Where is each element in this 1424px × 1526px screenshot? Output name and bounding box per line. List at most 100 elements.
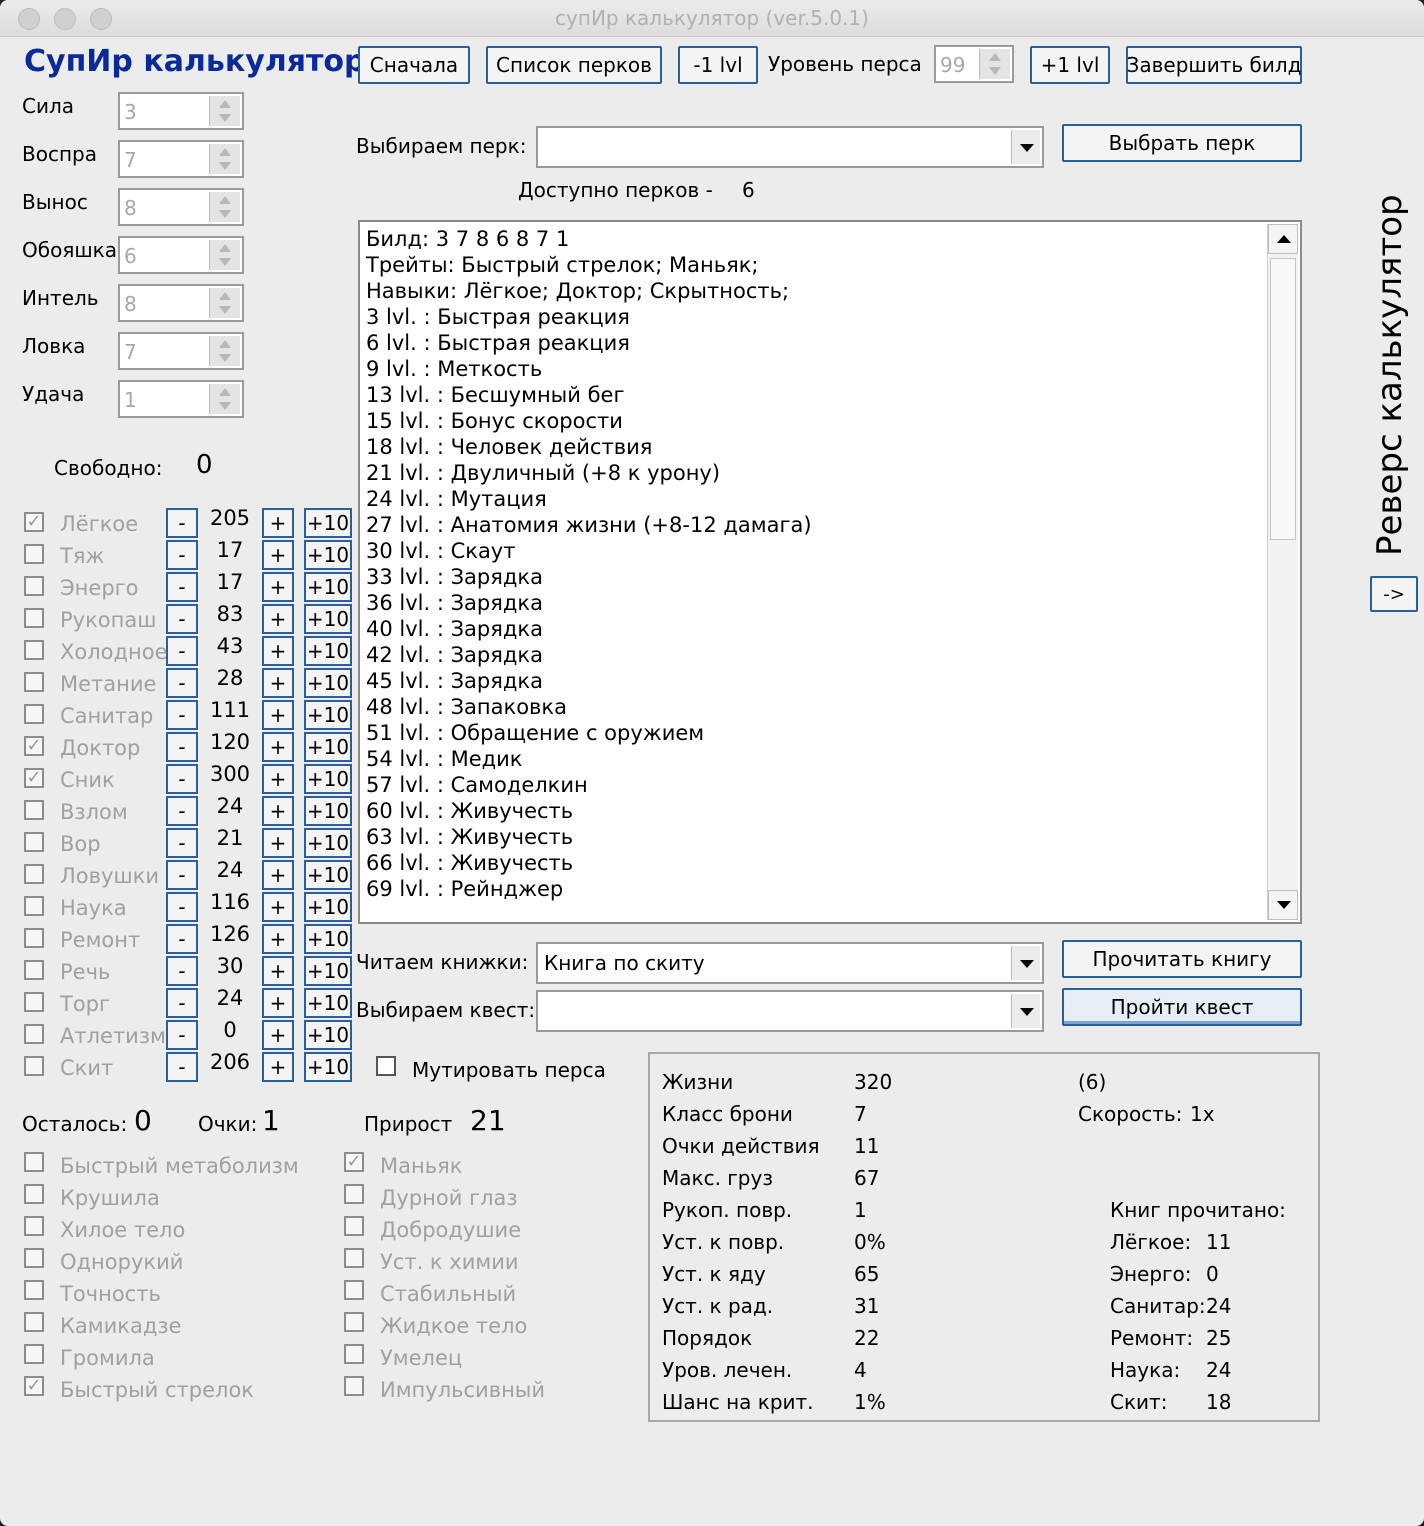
- trait-checkbox[interactable]: [24, 1184, 44, 1204]
- reverse-calc-button[interactable]: ->: [1370, 576, 1418, 612]
- skill-plus10-button[interactable]: +10: [304, 924, 352, 954]
- spinner-arrows-icon[interactable]: [209, 144, 240, 174]
- trait-checkbox[interactable]: ✓: [344, 1152, 364, 1172]
- stat-spinner[interactable]: 7: [118, 332, 244, 370]
- skill-plus-button[interactable]: +: [262, 796, 294, 826]
- stat-spinner[interactable]: 1: [118, 380, 244, 418]
- skill-plus-button[interactable]: +: [262, 860, 294, 890]
- skill-plus10-button[interactable]: +10: [304, 508, 352, 538]
- skill-plus10-button[interactable]: +10: [304, 1020, 352, 1050]
- perk-select[interactable]: [536, 126, 1044, 168]
- skill-plus10-button[interactable]: +10: [304, 796, 352, 826]
- build-log-scrollbar[interactable]: [1267, 224, 1298, 920]
- skill-checkbox[interactable]: [24, 672, 44, 692]
- spinner-arrows-icon[interactable]: [209, 96, 240, 126]
- skill-plus10-button[interactable]: +10: [304, 892, 352, 922]
- trait-checkbox[interactable]: [344, 1376, 364, 1396]
- stat-spinner[interactable]: 8: [118, 284, 244, 322]
- trait-checkbox[interactable]: [24, 1152, 44, 1172]
- stat-spinner[interactable]: 6: [118, 236, 244, 274]
- skill-plus-button[interactable]: +: [262, 636, 294, 666]
- plus-level-button[interactable]: +1 lvl: [1030, 46, 1110, 84]
- skill-minus-button[interactable]: -: [166, 764, 198, 794]
- minus-level-button[interactable]: -1 lvl: [678, 46, 758, 84]
- skill-plus10-button[interactable]: +10: [304, 764, 352, 794]
- skill-plus-button[interactable]: +: [262, 1052, 294, 1082]
- skill-plus-button[interactable]: +: [262, 764, 294, 794]
- trait-checkbox[interactable]: [344, 1312, 364, 1332]
- skill-checkbox[interactable]: [24, 800, 44, 820]
- skill-checkbox[interactable]: [24, 608, 44, 628]
- skill-plus10-button[interactable]: +10: [304, 988, 352, 1018]
- skill-plus10-button[interactable]: +10: [304, 668, 352, 698]
- complete-quest-button[interactable]: Пройти квест: [1062, 988, 1302, 1026]
- skill-plus-button[interactable]: +: [262, 668, 294, 698]
- skill-plus-button[interactable]: +: [262, 732, 294, 762]
- chevron-down-icon[interactable]: [1011, 994, 1040, 1028]
- choose-perk-button[interactable]: Выбрать перк: [1062, 124, 1302, 162]
- quest-select[interactable]: [536, 990, 1044, 1032]
- scroll-thumb[interactable]: [1270, 258, 1296, 540]
- finish-build-button[interactable]: Завершить билд: [1126, 46, 1302, 84]
- skill-checkbox[interactable]: [24, 896, 44, 916]
- trait-checkbox[interactable]: [24, 1312, 44, 1332]
- trait-checkbox[interactable]: [344, 1216, 364, 1236]
- skill-checkbox[interactable]: [24, 992, 44, 1012]
- skill-plus10-button[interactable]: +10: [304, 860, 352, 890]
- scroll-up-icon[interactable]: [1268, 224, 1298, 254]
- spinner-arrows-icon[interactable]: [209, 384, 240, 414]
- skill-minus-button[interactable]: -: [166, 668, 198, 698]
- skill-minus-button[interactable]: -: [166, 892, 198, 922]
- skill-plus-button[interactable]: +: [262, 572, 294, 602]
- skill-minus-button[interactable]: -: [166, 988, 198, 1018]
- skill-plus10-button[interactable]: +10: [304, 700, 352, 730]
- skill-minus-button[interactable]: -: [166, 540, 198, 570]
- chevron-down-icon[interactable]: [1011, 130, 1040, 164]
- trait-checkbox[interactable]: [24, 1280, 44, 1300]
- trait-checkbox[interactable]: [344, 1184, 364, 1204]
- skill-checkbox[interactable]: [24, 544, 44, 564]
- spinner-arrows-icon[interactable]: [209, 240, 240, 270]
- skill-plus10-button[interactable]: +10: [304, 732, 352, 762]
- stat-spinner[interactable]: 7: [118, 140, 244, 178]
- stat-spinner[interactable]: 3: [118, 92, 244, 130]
- trait-checkbox[interactable]: [24, 1216, 44, 1236]
- skill-minus-button[interactable]: -: [166, 924, 198, 954]
- skill-checkbox[interactable]: ✓: [24, 736, 44, 756]
- skill-minus-button[interactable]: -: [166, 732, 198, 762]
- skill-minus-button[interactable]: -: [166, 1020, 198, 1050]
- skill-checkbox[interactable]: [24, 704, 44, 724]
- trait-checkbox[interactable]: [24, 1344, 44, 1364]
- skill-checkbox[interactable]: [24, 1024, 44, 1044]
- read-book-button[interactable]: Прочитать книгу: [1062, 940, 1302, 978]
- reset-button[interactable]: Сначала: [358, 46, 470, 84]
- skill-plus-button[interactable]: +: [262, 924, 294, 954]
- scroll-down-icon[interactable]: [1268, 890, 1298, 920]
- skill-plus10-button[interactable]: +10: [304, 540, 352, 570]
- skill-plus-button[interactable]: +: [262, 700, 294, 730]
- skill-minus-button[interactable]: -: [166, 796, 198, 826]
- skill-checkbox[interactable]: [24, 960, 44, 980]
- skill-checkbox[interactable]: [24, 864, 44, 884]
- skill-checkbox[interactable]: ✓: [24, 768, 44, 788]
- skill-minus-button[interactable]: -: [166, 508, 198, 538]
- skill-plus10-button[interactable]: +10: [304, 828, 352, 858]
- skill-minus-button[interactable]: -: [166, 860, 198, 890]
- trait-checkbox[interactable]: [344, 1344, 364, 1364]
- skill-plus-button[interactable]: +: [262, 956, 294, 986]
- spinner-arrows-icon[interactable]: [209, 192, 240, 222]
- skill-plus-button[interactable]: +: [262, 828, 294, 858]
- spinner-arrows-icon[interactable]: [209, 336, 240, 366]
- stat-spinner[interactable]: 8: [118, 188, 244, 226]
- skill-plus10-button[interactable]: +10: [304, 1052, 352, 1082]
- skill-minus-button[interactable]: -: [166, 572, 198, 602]
- skill-checkbox[interactable]: ✓: [24, 512, 44, 532]
- skill-minus-button[interactable]: -: [166, 636, 198, 666]
- spinner-arrows-icon[interactable]: [209, 288, 240, 318]
- skill-minus-button[interactable]: -: [166, 1052, 198, 1082]
- chevron-down-icon[interactable]: [1011, 946, 1040, 980]
- trait-checkbox[interactable]: ✓: [24, 1376, 44, 1396]
- skill-checkbox[interactable]: [24, 832, 44, 852]
- skill-checkbox[interactable]: [24, 928, 44, 948]
- skill-plus-button[interactable]: +: [262, 1020, 294, 1050]
